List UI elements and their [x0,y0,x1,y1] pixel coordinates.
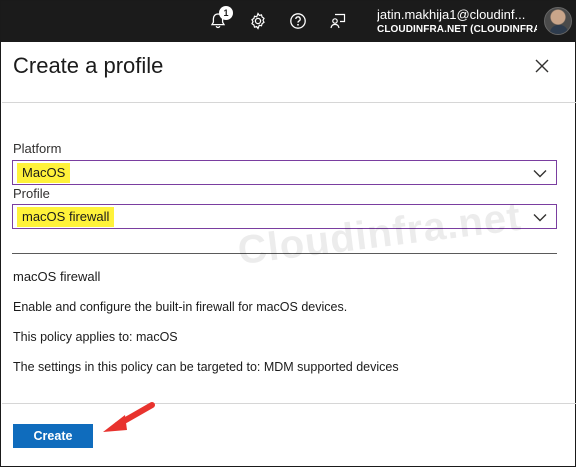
platform-dropdown[interactable]: MacOS [12,160,557,185]
header-divider [2,102,576,103]
profile-description-title: macOS firewall [13,269,101,284]
chevron-down-icon [533,214,547,222]
account-tenant: CLOUDINFRA.NET (CLOUDINFRA... [377,24,537,35]
top-bar: 1 jatin.makhija1@cloudinf... CLOUDINFRA.… [1,1,576,42]
close-icon [535,59,549,73]
create-button[interactable]: Create [13,424,93,448]
policy-targeted-to: The settings in this policy can be targe… [13,360,399,374]
avatar[interactable] [544,7,572,35]
page-title: Create a profile [13,53,164,78]
platform-value: MacOS [17,163,71,183]
profile-description-summary: Enable and configure the built-in firewa… [13,300,348,314]
chevron-down-icon [533,170,547,178]
settings-button[interactable] [247,10,269,32]
gear-icon [251,12,265,30]
feedback-button[interactable] [327,10,349,32]
help-button[interactable] [287,10,309,32]
account-name: jatin.makhija1@cloudinf... [377,7,526,22]
footer-divider [2,403,576,404]
notification-badge: 1 [219,6,233,20]
feedback-icon [330,13,346,29]
create-profile-panel: 1 jatin.makhija1@cloudinf... CLOUDINFRA.… [0,0,576,467]
account-menu[interactable]: jatin.makhija1@cloudinf... CLOUDINFRA.NE… [377,7,537,37]
profile-label: Profile [13,186,50,201]
help-icon [290,13,306,29]
close-button[interactable] [531,55,553,77]
annotation-arrow [103,402,155,432]
profile-value: macOS firewall [17,207,115,227]
platform-label: Platform [13,141,62,156]
policy-applies-to: This policy applies to: macOS [13,330,178,344]
